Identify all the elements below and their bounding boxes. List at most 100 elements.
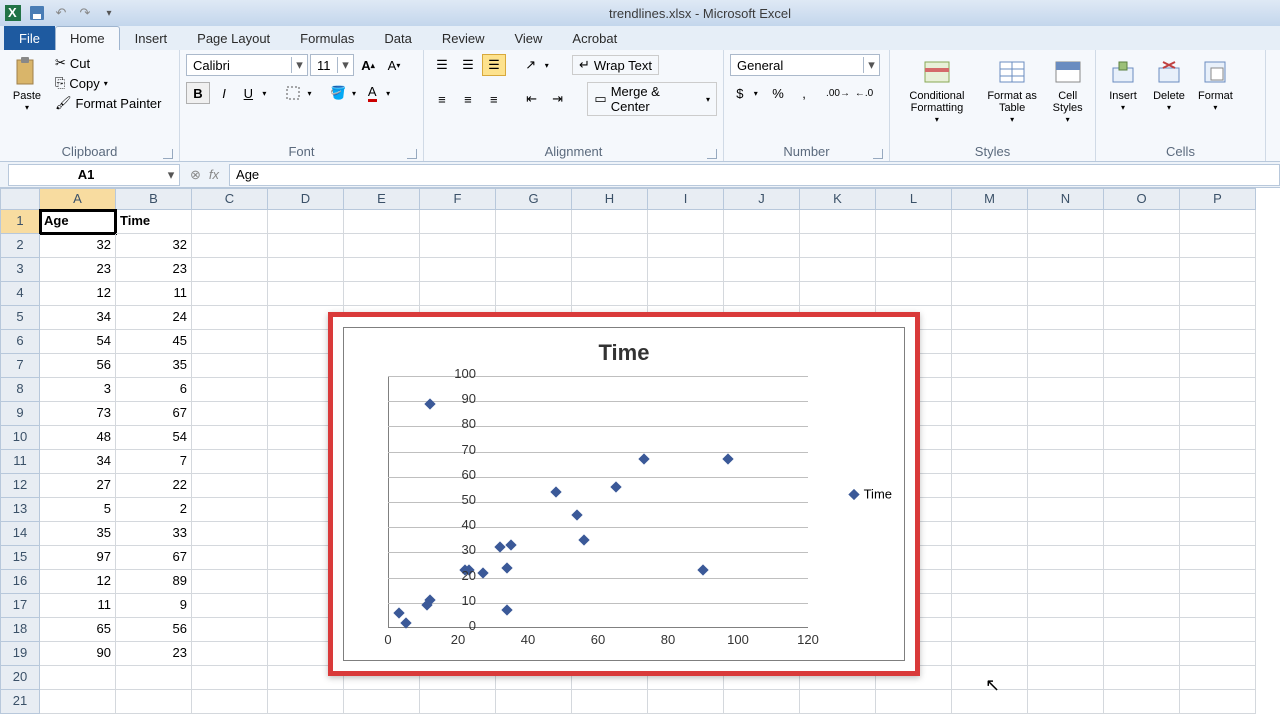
font-launcher[interactable] <box>407 149 417 159</box>
cell[interactable]: 32 <box>116 234 192 258</box>
cell[interactable] <box>648 210 724 234</box>
data-point[interactable] <box>477 567 488 578</box>
cell[interactable] <box>952 618 1028 642</box>
formula-input[interactable]: Age <box>229 164 1280 186</box>
row-header[interactable]: 17 <box>0 594 40 618</box>
cell[interactable] <box>344 690 420 714</box>
cell[interactable]: 45 <box>116 330 192 354</box>
font-color-button[interactable]: A▾ <box>362 82 396 104</box>
cell[interactable]: 34 <box>40 306 116 330</box>
shrink-font-button[interactable]: A▾ <box>382 54 406 76</box>
cell[interactable] <box>1180 402 1256 426</box>
cell[interactable] <box>1180 642 1256 666</box>
bold-button[interactable]: B <box>186 82 210 104</box>
underline-button[interactable]: U▾ <box>238 82 272 104</box>
copy-button[interactable]: ⎘Copy▾ <box>52 74 165 92</box>
cell[interactable] <box>1028 402 1104 426</box>
cell[interactable]: 35 <box>116 354 192 378</box>
cell[interactable] <box>1104 474 1180 498</box>
qat-customize-icon[interactable]: ▾ <box>100 4 118 22</box>
cell[interactable] <box>800 234 876 258</box>
accounting-button[interactable]: $▾ <box>730 82 764 104</box>
column-header[interactable]: K <box>800 188 876 210</box>
cell[interactable] <box>1028 666 1104 690</box>
tab-data[interactable]: Data <box>369 26 426 50</box>
grow-font-button[interactable]: A▴ <box>356 54 380 76</box>
chart-object[interactable]: Time 0102030405060708090100 020406080100… <box>328 312 920 676</box>
cell[interactable] <box>1028 498 1104 522</box>
alignment-launcher[interactable] <box>707 149 717 159</box>
cell[interactable] <box>116 666 192 690</box>
font-name-combo[interactable]: Calibri▾ <box>186 54 308 76</box>
data-point[interactable] <box>578 534 589 545</box>
cell[interactable] <box>1028 546 1104 570</box>
row-header[interactable]: 15 <box>0 546 40 570</box>
cell[interactable]: 67 <box>116 546 192 570</box>
cell[interactable] <box>1028 450 1104 474</box>
orientation-button[interactable]: ↗▾ <box>520 54 554 76</box>
column-header[interactable]: H <box>572 188 648 210</box>
cell[interactable]: 97 <box>40 546 116 570</box>
tab-home[interactable]: Home <box>55 26 120 50</box>
cell[interactable] <box>952 234 1028 258</box>
paste-button[interactable]: Paste▾ <box>6 54 48 115</box>
border-button[interactable]: ▾ <box>282 82 316 104</box>
number-format-combo[interactable]: General▾ <box>730 54 880 76</box>
clipboard-launcher[interactable] <box>163 149 173 159</box>
cell[interactable]: 56 <box>116 618 192 642</box>
row-header[interactable]: 20 <box>0 666 40 690</box>
row-header[interactable]: 19 <box>0 642 40 666</box>
cell[interactable] <box>572 282 648 306</box>
cell[interactable] <box>192 210 268 234</box>
cell-styles-button[interactable]: Cell Styles▾ <box>1046 54 1089 127</box>
cell[interactable] <box>1028 258 1104 282</box>
row-header[interactable]: 13 <box>0 498 40 522</box>
cell[interactable] <box>496 690 572 714</box>
fx-icon[interactable]: fx <box>209 167 219 183</box>
cell[interactable] <box>952 546 1028 570</box>
fill-color-button[interactable]: 🪣▾ <box>326 82 360 104</box>
name-box[interactable]: A1▾ <box>8 164 180 186</box>
cell[interactable] <box>192 330 268 354</box>
data-point[interactable] <box>501 605 512 616</box>
cell[interactable] <box>1104 450 1180 474</box>
cell[interactable] <box>192 282 268 306</box>
number-launcher[interactable] <box>873 149 883 159</box>
cell[interactable] <box>1104 522 1180 546</box>
cell[interactable] <box>952 402 1028 426</box>
cell[interactable] <box>648 258 724 282</box>
cell[interactable] <box>1104 330 1180 354</box>
cell[interactable] <box>1104 234 1180 258</box>
cell[interactable] <box>1180 522 1256 546</box>
cell[interactable] <box>192 426 268 450</box>
cell[interactable] <box>192 498 268 522</box>
align-center-button[interactable]: ≡ <box>456 88 480 110</box>
cell[interactable] <box>1104 690 1180 714</box>
cell[interactable] <box>192 642 268 666</box>
cell[interactable] <box>1104 354 1180 378</box>
cell[interactable] <box>1180 306 1256 330</box>
row-header[interactable]: 9 <box>0 402 40 426</box>
cell[interactable] <box>1028 690 1104 714</box>
cell[interactable] <box>496 210 572 234</box>
tab-review[interactable]: Review <box>427 26 500 50</box>
cell[interactable]: Age <box>40 210 116 234</box>
column-header[interactable]: J <box>724 188 800 210</box>
cell[interactable]: 73 <box>40 402 116 426</box>
tab-acrobat[interactable]: Acrobat <box>557 26 632 50</box>
cell[interactable]: 48 <box>40 426 116 450</box>
cell[interactable] <box>192 618 268 642</box>
column-header[interactable]: M <box>952 188 1028 210</box>
cancel-icon[interactable]: ⊗ <box>190 167 201 183</box>
cell[interactable]: 3 <box>40 378 116 402</box>
cell[interactable] <box>192 570 268 594</box>
cell[interactable]: 34 <box>40 450 116 474</box>
tab-insert[interactable]: Insert <box>120 26 183 50</box>
cell[interactable] <box>952 522 1028 546</box>
row-header[interactable]: 16 <box>0 570 40 594</box>
cell[interactable] <box>496 258 572 282</box>
wrap-text-button[interactable]: ↵Wrap Text <box>572 55 659 75</box>
cell[interactable]: 32 <box>40 234 116 258</box>
cell[interactable] <box>572 258 648 282</box>
row-header[interactable]: 6 <box>0 330 40 354</box>
